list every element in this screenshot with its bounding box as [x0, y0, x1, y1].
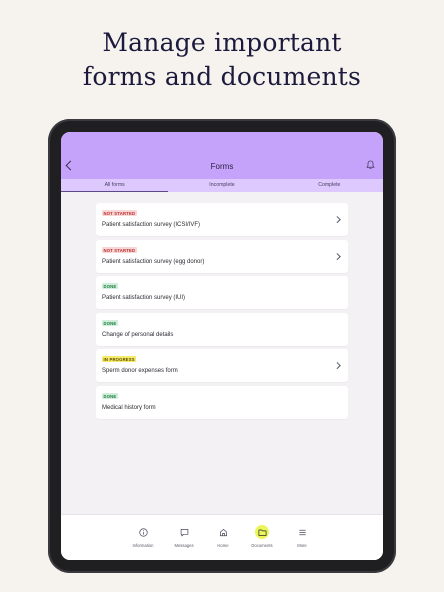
status-badge: DONE — [102, 283, 118, 289]
info-icon — [138, 527, 148, 537]
bell-icon[interactable] — [366, 160, 375, 170]
tab-bar: All forms Incomplete Complete — [61, 179, 383, 192]
form-card[interactable]: DONE Change of personal details — [96, 313, 348, 346]
tablet-frame: Forms All forms Incomplete Complete NOT … — [48, 119, 396, 573]
status-badge: NOT STARTED — [102, 247, 137, 253]
home-icon — [219, 528, 227, 536]
form-title: Change of personal details — [102, 332, 174, 338]
headline-line-2: forms and documents — [82, 62, 362, 91]
app-screen: Forms All forms Incomplete Complete NOT … — [61, 132, 383, 560]
nav-messages[interactable]: Messages — [164, 525, 204, 548]
nav-home[interactable]: Home — [203, 525, 243, 548]
form-card[interactable]: NOT STARTED Patient satisfaction survey … — [96, 240, 348, 273]
tab-complete[interactable]: Complete — [276, 179, 383, 192]
forms-list: NOT STARTED Patient satisfaction survey … — [61, 192, 383, 514]
nav-label: Home — [217, 543, 229, 548]
nav-label: More — [297, 543, 307, 548]
menu-icon — [298, 529, 306, 535]
chevron-right-icon — [333, 362, 340, 369]
status-badge: IN PROGRESS — [102, 356, 137, 362]
form-title: Patient satisfaction survey (IUI) — [102, 295, 186, 301]
nav-more[interactable]: More — [282, 525, 322, 548]
headline-line-1: Manage important — [102, 28, 342, 57]
form-title: Patient satisfaction survey (ICSI/IVF) — [102, 222, 201, 228]
form-card[interactable]: IN PROGRESS Sperm donor expenses form — [96, 349, 348, 382]
form-card[interactable]: DONE Medical history form — [96, 386, 348, 419]
form-title: Medical history form — [102, 405, 156, 411]
chevron-right-icon — [333, 216, 340, 223]
nav-label: Information — [132, 543, 154, 548]
status-badge: NOT STARTED — [102, 210, 137, 216]
bottom-navigation: Information Messages Home Documents More — [61, 514, 383, 560]
page-title: Forms — [210, 162, 234, 171]
message-icon — [180, 528, 188, 536]
tab-all-forms[interactable]: All forms — [61, 179, 169, 192]
headline: Manage important forms and documents — [0, 26, 444, 94]
status-badge: DONE — [102, 393, 118, 399]
nav-information[interactable]: Information — [123, 525, 163, 548]
form-card[interactable]: DONE Patient satisfaction survey (IUI) — [96, 276, 348, 309]
nav-label: Messages — [174, 543, 194, 548]
form-title: Sperm donor expenses form — [102, 368, 178, 374]
nav-documents[interactable]: Documents — [242, 525, 282, 548]
status-badge: DONE — [102, 320, 118, 326]
chevron-right-icon — [333, 253, 340, 260]
folder-icon — [258, 529, 266, 536]
form-title: Patient satisfaction survey (egg donor) — [102, 259, 205, 265]
tab-incomplete[interactable]: Incomplete — [168, 179, 275, 192]
form-card[interactable]: NOT STARTED Patient satisfaction survey … — [96, 203, 348, 236]
app-bar: Forms — [61, 132, 383, 179]
nav-label: Documents — [251, 543, 273, 548]
